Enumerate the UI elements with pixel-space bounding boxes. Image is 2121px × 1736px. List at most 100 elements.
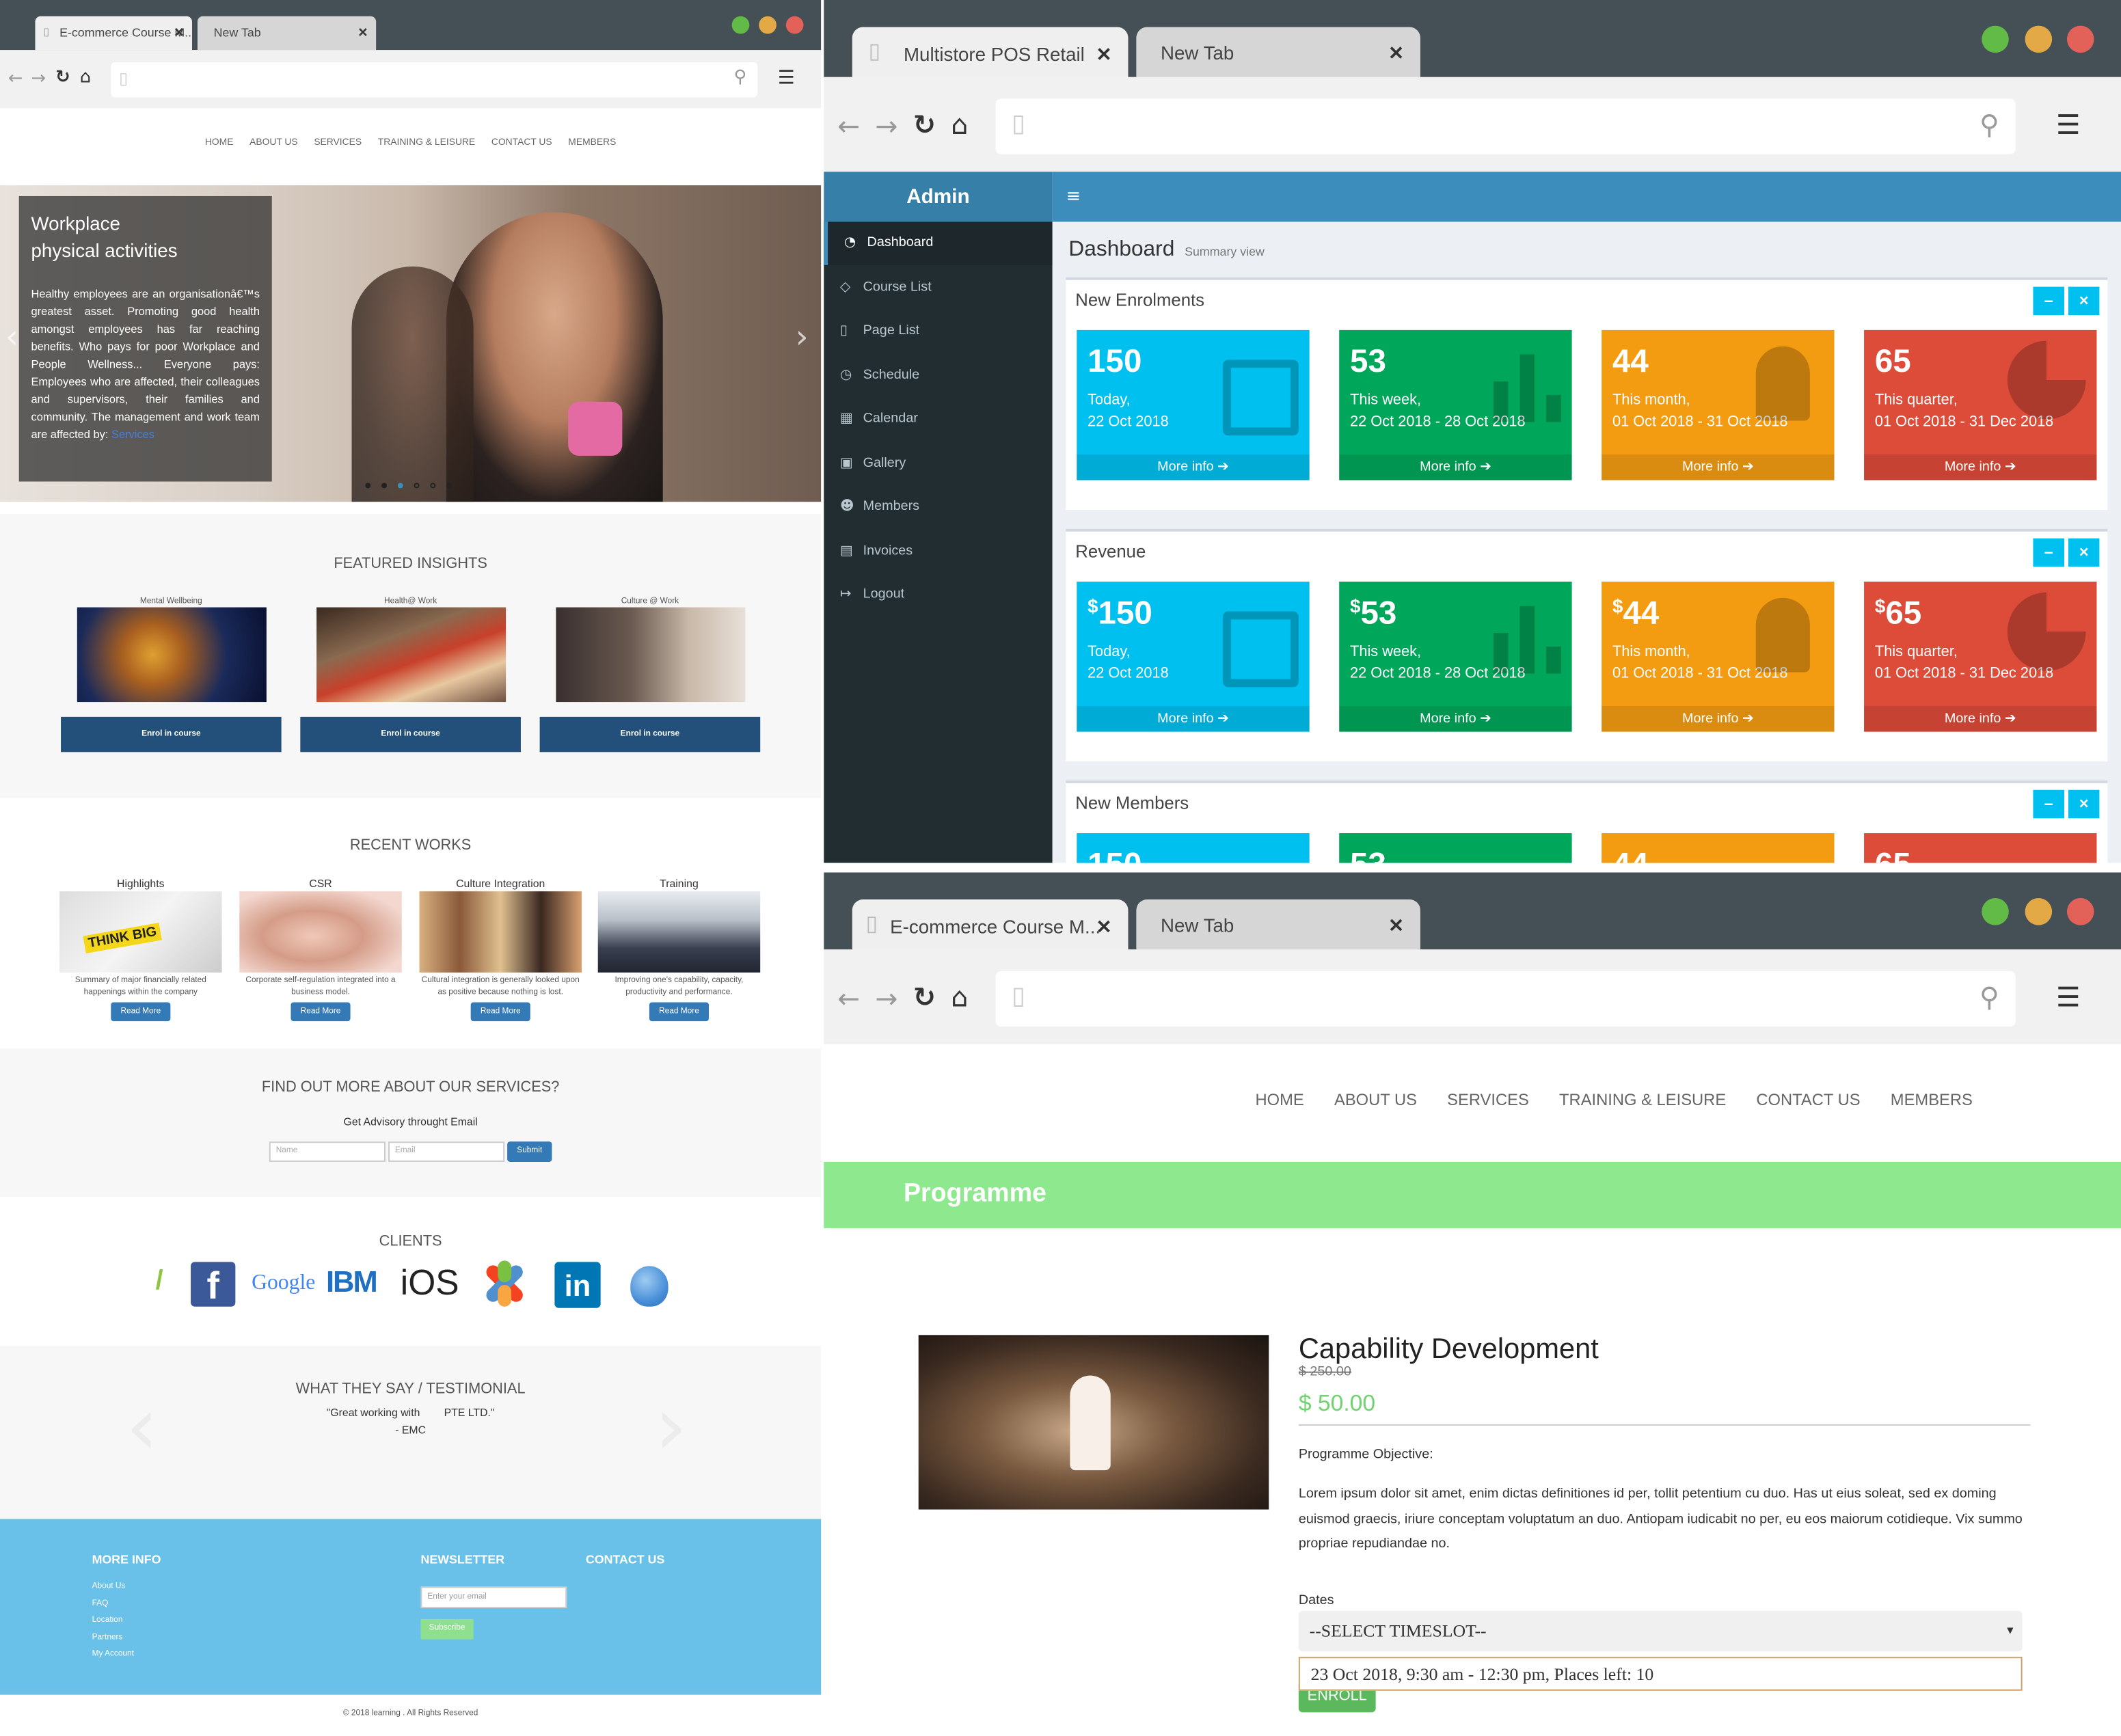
testimonial-prev-icon[interactable]: ‹ [126, 1386, 158, 1467]
sidebar-item-page-list[interactable]: ▯ Page List [824, 310, 1052, 353]
nav-training[interactable]: TRAINING & LEISURE [1559, 1090, 1726, 1109]
nav-home[interactable]: HOME [1256, 1090, 1304, 1109]
close-dot[interactable] [785, 16, 804, 34]
forward-icon[interactable]: → [875, 112, 897, 139]
sidebar-item-dashboard[interactable]: ◔ Dashboard [824, 221, 1053, 265]
name-field[interactable]: Name [269, 1141, 386, 1162]
search-icon[interactable]: ⚲ [1980, 111, 1999, 138]
footer-link-partners[interactable]: Partners [92, 1634, 123, 1642]
nav-home[interactable]: HOME [205, 138, 234, 148]
sidebar-item-logout[interactable]: ↦ Logout [824, 573, 1052, 616]
tab-new[interactable]: New Tab ✕ [1136, 27, 1420, 79]
reload-icon[interactable]: ↻ [55, 69, 70, 87]
minimize-dot[interactable] [2025, 25, 2053, 53]
close-icon[interactable]: ✕ [1388, 27, 1404, 79]
more-info-link[interactable]: More info ➔ [1602, 706, 1835, 732]
maximize-dot[interactable] [1982, 25, 2009, 53]
close-icon[interactable]: ✕ [1096, 899, 1112, 953]
search-icon[interactable]: ⚲ [1980, 984, 1999, 1011]
address-bar[interactable]: ▯ ⚲ [111, 62, 758, 98]
menu-icon[interactable]: ☰ [2056, 111, 2080, 138]
more-info-link[interactable]: More info ➔ [1602, 454, 1835, 480]
maximize-dot[interactable] [1982, 898, 2009, 925]
tab-ecommerce[interactable]: ▯ E-commerce Course M... ✕ [35, 16, 193, 51]
indicator-dot[interactable] [397, 483, 403, 489]
close-icon[interactable]: ✕ [1096, 27, 1112, 81]
nav-about[interactable]: ABOUT US [1334, 1090, 1417, 1109]
back-icon[interactable]: ← [8, 70, 23, 88]
menu-icon[interactable]: ☰ [778, 69, 795, 88]
footer-link-account[interactable]: My Account [92, 1650, 134, 1658]
slider-next-icon[interactable]: › [796, 321, 809, 353]
more-info-link[interactable]: More info ➔ [1864, 706, 2097, 732]
maximize-dot[interactable] [731, 16, 750, 34]
collapse-button[interactable]: – [2033, 538, 2064, 567]
more-info-link[interactable]: More info ➔ [1864, 454, 2097, 480]
tab-new[interactable]: New Tab ✕ [1136, 899, 1420, 951]
footer-link-about[interactable]: About Us [92, 1582, 126, 1590]
close-icon[interactable]: ✕ [357, 16, 368, 50]
sidebar-item-calendar[interactable]: ▦ Calendar [824, 398, 1052, 441]
more-info-link[interactable]: More info ➔ [1339, 454, 1572, 480]
nav-services[interactable]: SERVICES [314, 138, 362, 148]
indicator-dot[interactable] [430, 483, 436, 489]
read-more-button[interactable]: Read More [470, 1002, 530, 1022]
more-info-link[interactable]: More info ➔ [1077, 454, 1310, 480]
home-icon[interactable]: ⌂ [951, 984, 968, 1011]
collapse-button[interactable]: – [2033, 286, 2064, 316]
nav-members[interactable]: MEMBERS [1891, 1090, 1973, 1109]
sidebar-toggle-icon[interactable]: ≡ [1066, 188, 1081, 206]
email-field[interactable]: Email [388, 1141, 505, 1162]
enrol-button[interactable]: Enrol in course [300, 716, 521, 752]
read-more-button[interactable]: Read More [291, 1002, 351, 1022]
nav-services[interactable]: SERVICES [1447, 1090, 1529, 1109]
menu-icon[interactable]: ☰ [2056, 984, 2080, 1011]
sidebar-item-course-list[interactable]: ◇ Course List [824, 267, 1052, 310]
close-icon[interactable]: ✕ [174, 16, 184, 50]
reload-icon[interactable]: ↻ [913, 111, 936, 138]
read-more-button[interactable]: Read More [111, 1002, 171, 1022]
newsletter-email-field[interactable]: Enter your email [420, 1586, 567, 1609]
testimonial-next-icon[interactable]: › [655, 1386, 687, 1467]
back-icon[interactable]: ← [837, 985, 860, 1012]
nav-contact[interactable]: CONTACT US [1756, 1090, 1860, 1109]
sidebar-item-schedule[interactable]: ◷ Schedule [824, 354, 1052, 397]
remove-button[interactable]: × [2068, 286, 2100, 316]
close-dot[interactable] [2066, 898, 2094, 925]
tab-new[interactable]: New Tab ✕ [197, 16, 377, 51]
read-more-button[interactable]: Read More [649, 1002, 709, 1022]
collapse-button[interactable]: – [2033, 789, 2064, 819]
sidebar-item-invoices[interactable]: ▤ Invoices [824, 530, 1052, 573]
footer-link-faq[interactable]: FAQ [92, 1600, 109, 1608]
search-icon[interactable]: ⚲ [734, 69, 747, 87]
nav-training[interactable]: TRAINING & LEISURE [378, 138, 475, 148]
indicator-dot[interactable] [365, 483, 371, 489]
forward-icon[interactable]: → [875, 985, 897, 1012]
submit-button[interactable]: Submit [507, 1141, 552, 1162]
minimize-dot[interactable] [2025, 898, 2053, 925]
indicator-dot[interactable] [414, 483, 420, 489]
timeslot-option[interactable]: 23 Oct 2018, 9:30 am - 12:30 pm, Places … [1298, 1657, 2023, 1691]
timeslot-select[interactable]: --SELECT TIMESLOT-- ▼ [1298, 1610, 2023, 1652]
close-icon[interactable]: ✕ [1388, 899, 1404, 951]
subscribe-button[interactable]: Subscribe [420, 1618, 474, 1640]
nav-contact[interactable]: CONTACT US [491, 138, 552, 148]
home-icon[interactable]: ⌂ [80, 69, 91, 87]
enrol-button[interactable]: Enrol in course [539, 716, 761, 752]
back-icon[interactable]: ← [837, 112, 860, 139]
address-bar[interactable]: ▯ ⚲ [995, 971, 2016, 1027]
nav-about[interactable]: ABOUT US [249, 138, 298, 148]
slider-prev-icon[interactable]: ‹ [5, 321, 18, 353]
close-dot[interactable] [2066, 25, 2094, 53]
sidebar-item-members[interactable]: ☻ Members [824, 485, 1052, 528]
remove-button[interactable]: × [2068, 789, 2100, 819]
more-info-link[interactable]: More info ➔ [1339, 706, 1572, 732]
reload-icon[interactable]: ↻ [913, 984, 936, 1011]
enrol-button[interactable]: Enrol in course [61, 716, 282, 752]
indicator-dot[interactable] [381, 483, 387, 489]
services-link[interactable]: Services [111, 427, 154, 441]
remove-button[interactable]: × [2068, 538, 2100, 567]
indicator-dot[interactable] [446, 483, 452, 489]
more-info-link[interactable]: More info ➔ [1077, 706, 1310, 732]
sidebar-item-gallery[interactable]: ▣ Gallery [824, 442, 1052, 485]
